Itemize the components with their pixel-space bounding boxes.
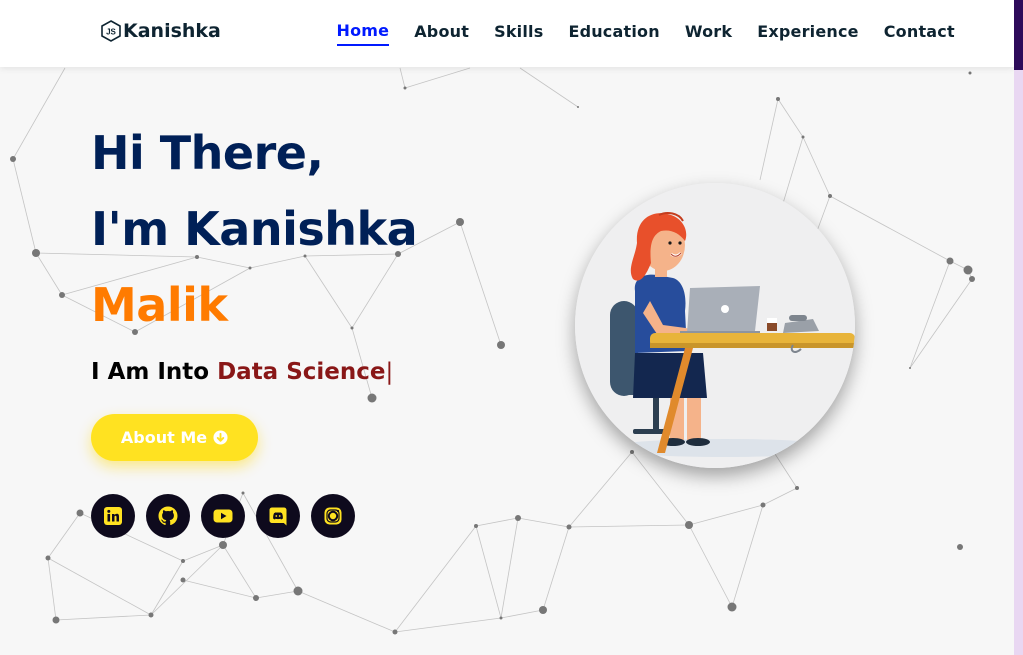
main-nav: Home About Skills Education Work Experie… — [324, 0, 967, 67]
nav-home[interactable]: Home — [336, 21, 390, 46]
hero-surname: Malik — [91, 278, 228, 332]
discord-link[interactable] — [256, 494, 300, 538]
hero-name-line: I'm Kanishka — [91, 202, 418, 256]
navbar: JS Kanishka Home About Skills Education … — [0, 0, 1014, 67]
brand-name: Kanishka — [123, 20, 221, 42]
youtube-link[interactable] — [201, 494, 245, 538]
nav-skills[interactable]: Skills — [494, 22, 543, 45]
typing-cursor: | — [385, 359, 394, 385]
linkedin-icon — [104, 507, 122, 525]
page-scrollbar[interactable] — [1014, 0, 1023, 655]
nav-education[interactable]: Education — [568, 22, 659, 45]
github-link[interactable] — [146, 494, 190, 538]
nav-work[interactable]: Work — [685, 22, 732, 45]
arrow-circle-down-icon — [213, 430, 228, 445]
woman-working-on-laptop-illustration — [575, 183, 855, 468]
youtube-icon — [213, 509, 233, 523]
nav-contact[interactable]: Contact — [884, 22, 955, 45]
about-me-label: About Me — [120, 428, 208, 447]
typing-prefix: I Am Into — [91, 359, 218, 385]
github-icon — [158, 506, 178, 526]
discord-icon — [269, 507, 287, 526]
typing-text: I Am Into Data Science| — [91, 359, 393, 385]
brand-logo[interactable]: JS Kanishka — [101, 20, 221, 42]
scrollbar-thumb[interactable] — [1014, 0, 1023, 70]
svg-text:JS: JS — [106, 28, 116, 37]
instagram-icon — [324, 507, 342, 525]
js-hexagon-icon: JS — [101, 20, 121, 42]
typed-value: Data Science — [217, 359, 386, 385]
linkedin-link[interactable] — [91, 494, 135, 538]
social-links — [91, 494, 355, 538]
nav-about[interactable]: About — [414, 22, 469, 45]
about-me-button[interactable]: About Me — [91, 414, 258, 461]
hero-illustration — [575, 183, 855, 468]
hero-greeting: Hi There, — [91, 126, 324, 180]
instagram-link[interactable] — [311, 494, 355, 538]
nav-experience[interactable]: Experience — [757, 22, 859, 45]
